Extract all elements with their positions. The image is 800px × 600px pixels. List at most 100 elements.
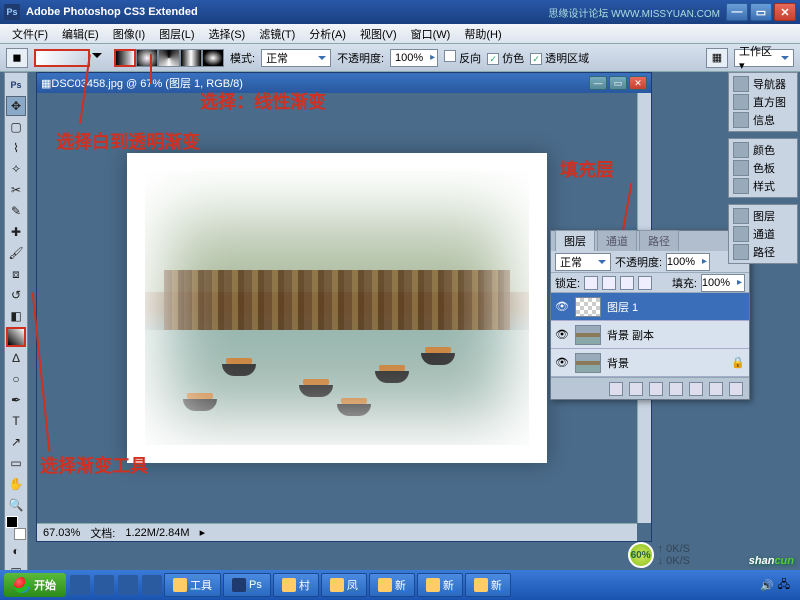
minimize-button[interactable]: — <box>726 3 748 21</box>
menu-analysis[interactable]: 分析(A) <box>303 24 352 44</box>
gradient-tool[interactable] <box>6 327 26 347</box>
opacity-input[interactable]: 100% <box>390 49 438 67</box>
layer-row[interactable]: 👁 图层 1 <box>551 293 749 321</box>
panel-layers[interactable]: 图层 <box>731 207 795 225</box>
group-icon[interactable] <box>689 382 703 396</box>
taskbar-item[interactable]: 工具 <box>164 573 221 597</box>
menu-help[interactable]: 帮助(H) <box>458 24 507 44</box>
tab-paths[interactable]: 路径 <box>639 230 679 251</box>
doc-maximize-button[interactable]: ▭ <box>609 76 627 90</box>
move-tool[interactable]: ✥ <box>6 96 26 116</box>
menu-window[interactable]: 窗口(W) <box>405 24 457 44</box>
layer-style-icon[interactable] <box>629 382 643 396</box>
bridge-icon[interactable]: ▦ <box>706 48 728 68</box>
type-tool[interactable]: T <box>6 411 26 431</box>
marquee-tool[interactable]: ▢ <box>6 117 26 137</box>
layer-mask-icon[interactable] <box>649 382 663 396</box>
visibility-eye-icon[interactable]: 👁 <box>555 356 569 370</box>
doc-minimize-button[interactable]: — <box>589 76 607 90</box>
tray-icon[interactable]: 🔊 <box>760 579 774 592</box>
tool-preset-picker[interactable]: ◼ <box>6 48 28 68</box>
gradient-swatch[interactable] <box>34 49 90 67</box>
zoom-tool[interactable]: 🔍 <box>6 495 26 515</box>
lock-pixels-icon[interactable] <box>602 276 616 290</box>
tab-layers[interactable]: 图层 <box>555 230 595 251</box>
new-layer-icon[interactable] <box>709 382 723 396</box>
history-brush-tool[interactable]: ↺ <box>6 285 26 305</box>
dodge-tool[interactable]: ○ <box>6 369 26 389</box>
dither-checkbox[interactable]: ✓仿色 <box>487 50 524 66</box>
visibility-eye-icon[interactable]: 👁 <box>555 300 569 314</box>
stamp-tool[interactable]: ⧈ <box>6 264 26 284</box>
lock-position-icon[interactable] <box>620 276 634 290</box>
healing-tool[interactable]: ✚ <box>6 222 26 242</box>
menu-file[interactable]: 文件(F) <box>6 24 54 44</box>
close-button[interactable]: ✕ <box>774 3 796 21</box>
taskbar-item[interactable]: 新 <box>369 573 415 597</box>
wand-tool[interactable]: ✧ <box>6 159 26 179</box>
menu-filter[interactable]: 滤镜(T) <box>253 24 301 44</box>
panel-color[interactable]: 颜色 <box>731 141 795 159</box>
lock-transparent-icon[interactable] <box>584 276 598 290</box>
layer-opacity-input[interactable]: 100% <box>666 253 710 271</box>
menu-edit[interactable]: 编辑(E) <box>56 24 105 44</box>
doc-close-button[interactable]: ✕ <box>629 76 647 90</box>
taskbar-item[interactable]: 村 <box>273 573 319 597</box>
diamond-gradient-button[interactable] <box>202 49 224 67</box>
canvas-area[interactable] <box>37 93 637 523</box>
quicklaunch-icon[interactable] <box>70 575 90 595</box>
panel-navigator[interactable]: 导航器 <box>731 75 795 93</box>
start-button[interactable]: 开始 <box>4 573 66 597</box>
adjustment-layer-icon[interactable] <box>669 382 683 396</box>
taskbar-item[interactable]: Ps <box>223 573 271 597</box>
hand-tool[interactable]: ✋ <box>6 474 26 494</box>
taskbar-item[interactable]: 新 <box>465 573 511 597</box>
document-titlebar[interactable]: ▦ DSC03458.jpg @ 67% (图层 1, RGB/8) — ▭ ✕ <box>37 73 651 93</box>
maximize-button[interactable]: ▭ <box>750 3 772 21</box>
lock-all-icon[interactable] <box>638 276 652 290</box>
tray-icon[interactable]: 🖧 <box>778 576 790 595</box>
radial-gradient-button[interactable] <box>136 49 158 67</box>
taskbar-item[interactable]: 凤 <box>321 573 367 597</box>
brush-tool[interactable]: 🖌 <box>6 243 26 263</box>
angle-gradient-button[interactable] <box>158 49 180 67</box>
pen-tool[interactable]: ✒ <box>6 390 26 410</box>
quickmask-toggle[interactable]: ◐ <box>6 541 26 561</box>
panel-channels[interactable]: 通道 <box>731 225 795 243</box>
shape-tool[interactable]: ▭ <box>6 453 26 473</box>
panel-swatches[interactable]: 色板 <box>731 159 795 177</box>
blur-tool[interactable]: ∆ <box>6 348 26 368</box>
panel-histogram[interactable]: 直方图 <box>731 93 795 111</box>
tab-channels[interactable]: 通道 <box>597 230 637 251</box>
menu-select[interactable]: 选择(S) <box>203 24 252 44</box>
layer-row[interactable]: 👁 背景 🔒 <box>551 349 749 377</box>
panel-styles[interactable]: 样式 <box>731 177 795 195</box>
reverse-checkbox[interactable]: 反向 <box>444 50 481 66</box>
system-tray[interactable]: 🔊 🖧 <box>754 576 796 595</box>
linear-gradient-button[interactable] <box>114 49 136 67</box>
layer-row[interactable]: 👁 背景 副本 <box>551 321 749 349</box>
menu-image[interactable]: 图像(I) <box>107 24 151 44</box>
visibility-eye-icon[interactable]: 👁 <box>555 328 569 342</box>
link-layers-icon[interactable] <box>609 382 623 396</box>
workspace-select[interactable]: 工作区 ▾ <box>734 49 794 67</box>
status-arrow-icon[interactable]: ▸ <box>200 526 206 539</box>
blend-mode-select[interactable]: 正常 <box>555 253 611 271</box>
layer-name[interactable]: 背景 副本 <box>607 327 654 343</box>
menu-layer[interactable]: 图层(L) <box>153 24 200 44</box>
color-wells[interactable] <box>6 516 26 540</box>
path-tool[interactable]: ↗ <box>6 432 26 452</box>
taskbar-item[interactable]: 新 <box>417 573 463 597</box>
panel-info[interactable]: 信息 <box>731 111 795 129</box>
quicklaunch-icon[interactable] <box>142 575 162 595</box>
quicklaunch-icon[interactable] <box>118 575 138 595</box>
quicklaunch-icon[interactable] <box>94 575 114 595</box>
lasso-tool[interactable]: ⌇ <box>6 138 26 158</box>
eraser-tool[interactable]: ◧ <box>6 306 26 326</box>
layer-name[interactable]: 图层 1 <box>607 299 638 315</box>
transparency-checkbox[interactable]: ✓透明区域 <box>530 50 589 66</box>
fill-input[interactable]: 100% <box>701 274 745 292</box>
zoom-level[interactable]: 67.03% <box>43 527 80 539</box>
blend-mode-select[interactable]: 正常 <box>261 49 331 67</box>
eyedropper-tool[interactable]: ✎ <box>6 201 26 221</box>
